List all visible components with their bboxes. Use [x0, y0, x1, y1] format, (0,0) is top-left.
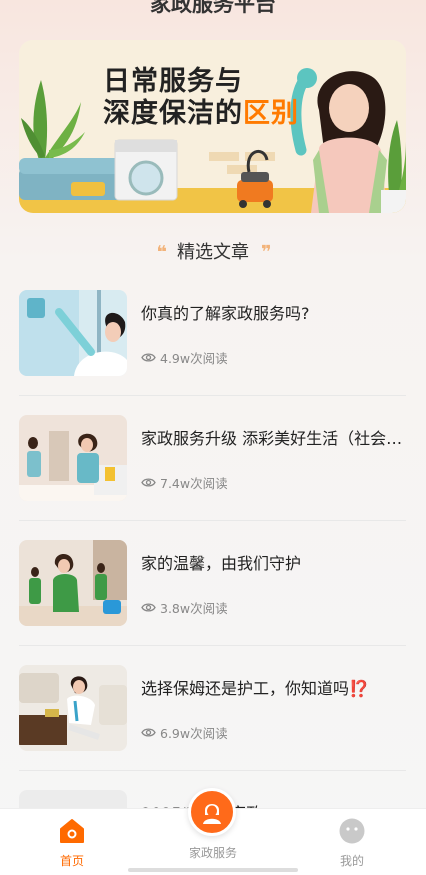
article-title: 你真的了解家政服务吗? — [141, 304, 310, 323]
article-thumbnail — [19, 665, 127, 751]
banner-title: 日常服务与 深度保洁的区别 — [103, 66, 299, 130]
article-views: 3.8w次阅读 — [141, 598, 228, 617]
article-views: 7.4w次阅读 — [141, 473, 228, 492]
eye-icon — [141, 353, 156, 362]
article-title: 家的温馨，由我们守护 — [141, 554, 302, 573]
article-thumbnail — [19, 415, 127, 501]
eye-icon — [141, 728, 156, 737]
home-service-button[interactable] — [188, 788, 236, 836]
divider — [19, 770, 406, 771]
divider — [19, 395, 406, 396]
article-item[interactable]: 选择保姆还是护工，你知道吗⁉️ 6.9w次阅读 — [19, 665, 406, 765]
article-view-count: 3.8w次阅读 — [160, 601, 228, 616]
article-title: 家政服务升级 添彩美好生活（社会… — [141, 429, 403, 448]
banner-title-highlight: 区别 — [243, 98, 299, 129]
home-icon — [60, 819, 84, 843]
article-views: 6.9w次阅读 — [141, 723, 228, 742]
housekeeper-icon — [203, 804, 221, 824]
divider — [19, 520, 406, 521]
home-indicator — [128, 868, 298, 872]
banner-title-line2: 深度保洁的区别 — [103, 98, 299, 130]
tab-mine-label: 我的 — [339, 854, 364, 868]
tab-service-label: 家政服务 — [188, 846, 237, 860]
quote-left-icon: ❛❛ — [156, 242, 168, 263]
section-title: 精选文章 — [177, 242, 249, 263]
article-title: 选择保姆还是护工，你知道吗⁉️ — [141, 679, 369, 698]
eye-icon — [141, 603, 156, 612]
eye-icon — [141, 478, 156, 487]
tab-mine[interactable]: 我的 — [302, 809, 402, 875]
divider — [19, 645, 406, 646]
article-item[interactable]: 你真的了解家政服务吗? 4.9w次阅读 — [19, 290, 406, 390]
article-thumbnail — [19, 290, 127, 376]
quote-right-icon: ❜❜ — [261, 242, 272, 263]
article-view-count: 7.4w次阅读 — [160, 476, 228, 491]
tab-home[interactable]: 首页 — [22, 809, 122, 875]
article-item[interactable]: 家的温馨，由我们守护 3.8w次阅读 — [19, 540, 406, 640]
profile-icon — [339, 818, 365, 844]
promo-banner[interactable]: 日常服务与 深度保洁的区别 — [19, 40, 406, 213]
page-title: 家政服务平台 — [150, 0, 276, 16]
article-views: 4.9w次阅读 — [141, 348, 228, 367]
article-view-count: 4.9w次阅读 — [160, 351, 228, 366]
article-item[interactable]: 家政服务升级 添彩美好生活（社会… 7.4w次阅读 — [19, 415, 406, 515]
article-thumbnail — [19, 540, 127, 626]
section-heading: ❛❛ 精选文章 ❜❜ — [0, 238, 426, 264]
article-view-count: 6.9w次阅读 — [160, 726, 228, 741]
tab-home-label: 首页 — [59, 854, 84, 868]
banner-title-line1: 日常服务与 — [103, 66, 243, 97]
banner-title-line2-prefix: 深度保洁的 — [103, 98, 243, 129]
